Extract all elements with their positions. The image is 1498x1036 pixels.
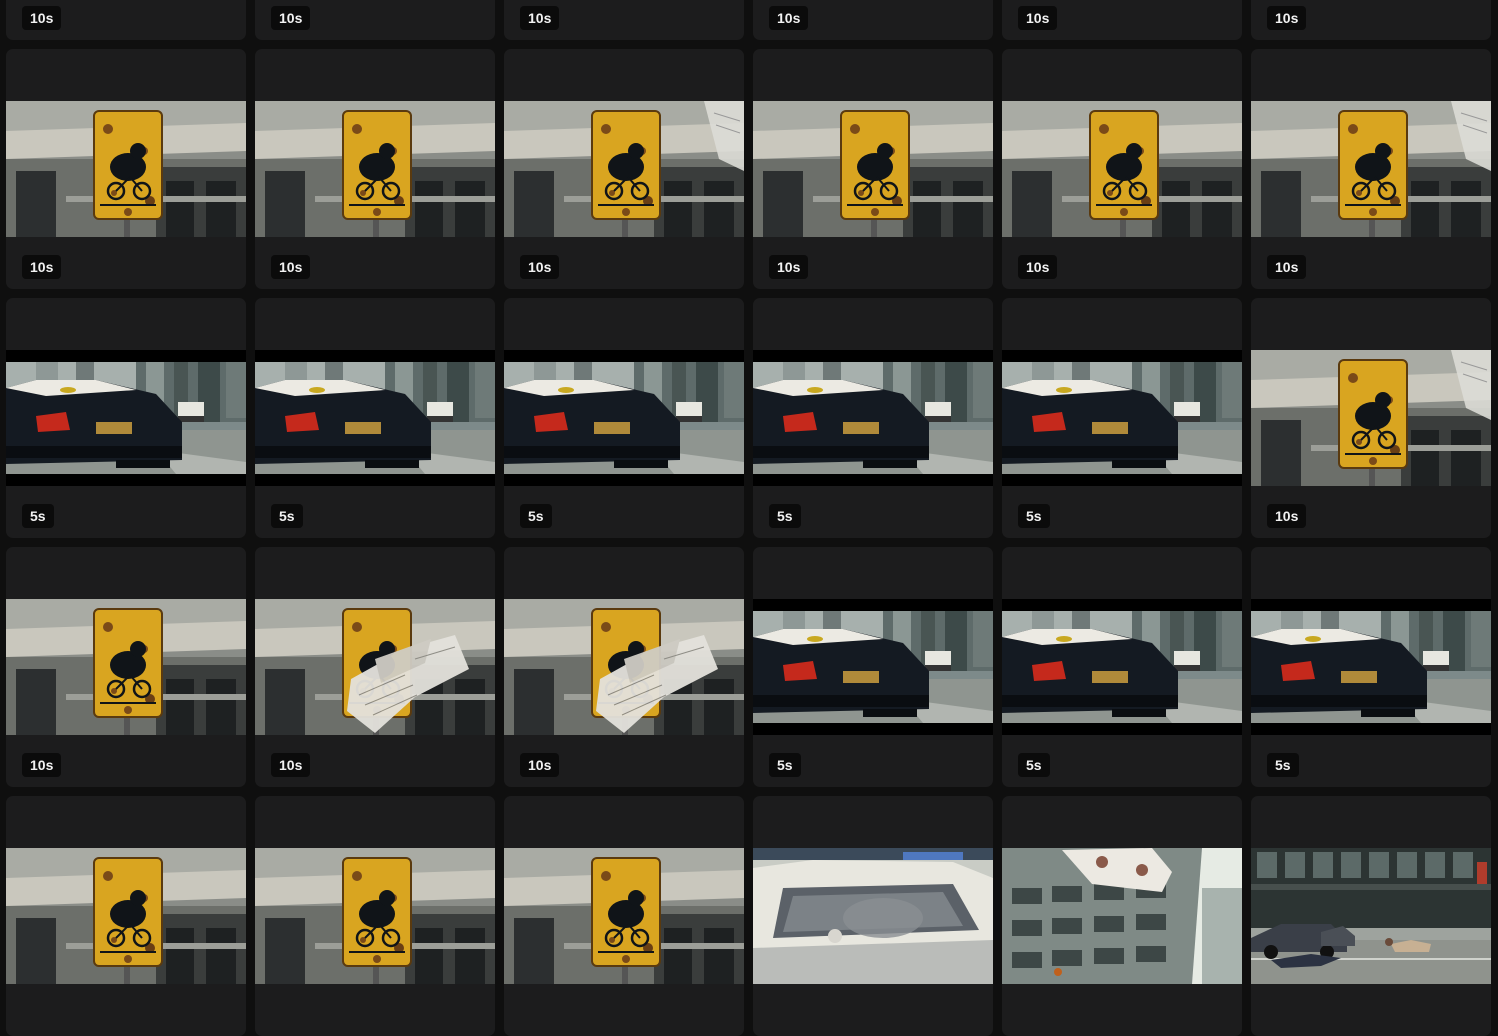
video-thumbnail <box>255 101 495 237</box>
video-card[interactable]: 10s <box>6 547 246 787</box>
video-thumbnail <box>1002 101 1242 237</box>
duration-badge: 5s <box>1267 753 1299 777</box>
video-thumbnail <box>6 848 246 984</box>
video-card[interactable]: 10s <box>753 49 993 289</box>
duration-badge: 5s <box>1018 753 1050 777</box>
duration-badge: 10s <box>271 6 311 30</box>
video-card[interactable]: 5s <box>255 298 495 538</box>
duration-badge: 5s <box>769 504 801 528</box>
video-card[interactable]: 10s <box>504 49 744 289</box>
video-thumbnail <box>1002 848 1242 984</box>
video-thumbnail <box>1251 101 1491 237</box>
video-thumbnail <box>753 848 993 984</box>
video-grid: 10s 10s 10s 10s 10s 10s 10s 10s 10s 10s … <box>0 0 1498 1036</box>
video-card[interactable]: 10s <box>255 49 495 289</box>
duration-badge: 10s <box>1018 255 1058 279</box>
video-card[interactable]: 10s <box>504 0 744 40</box>
video-thumbnail <box>255 848 495 984</box>
video-card[interactable] <box>1002 796 1242 1036</box>
video-card[interactable]: 10s <box>753 0 993 40</box>
duration-badge: 5s <box>769 753 801 777</box>
duration-badge: 5s <box>520 504 552 528</box>
video-thumbnail <box>504 599 744 735</box>
video-card[interactable]: 5s <box>753 298 993 538</box>
video-thumbnail <box>6 101 246 237</box>
video-thumbnail <box>753 599 993 735</box>
duration-badge: 10s <box>520 6 560 30</box>
video-thumbnail <box>753 350 993 486</box>
duration-badge: 10s <box>1267 255 1307 279</box>
duration-badge: 10s <box>271 255 311 279</box>
video-thumbnail <box>753 101 993 237</box>
video-thumbnail <box>1251 848 1491 984</box>
video-thumbnail <box>1002 350 1242 486</box>
video-card[interactable]: 10s <box>6 0 246 40</box>
video-thumbnail <box>6 350 246 486</box>
duration-badge: 10s <box>1018 6 1058 30</box>
video-card[interactable]: 10s <box>504 547 744 787</box>
video-thumbnail <box>1251 599 1491 735</box>
duration-badge: 10s <box>1267 504 1307 528</box>
video-card[interactable]: 10s <box>1251 49 1491 289</box>
duration-badge: 10s <box>520 255 560 279</box>
duration-badge: 10s <box>271 753 311 777</box>
video-thumbnail <box>504 848 744 984</box>
video-card[interactable] <box>753 796 993 1036</box>
video-thumbnail <box>504 101 744 237</box>
video-card[interactable]: 10s <box>1251 298 1491 538</box>
video-card[interactable]: 5s <box>6 298 246 538</box>
video-card[interactable]: 5s <box>1002 547 1242 787</box>
video-card[interactable]: 10s <box>1002 49 1242 289</box>
duration-badge: 10s <box>769 6 809 30</box>
duration-badge: 5s <box>271 504 303 528</box>
duration-badge: 10s <box>22 753 62 777</box>
video-card[interactable]: 5s <box>1002 298 1242 538</box>
duration-badge: 10s <box>520 753 560 777</box>
video-card[interactable]: 5s <box>753 547 993 787</box>
video-card[interactable] <box>1251 796 1491 1036</box>
duration-badge: 10s <box>1267 6 1307 30</box>
video-thumbnail <box>255 599 495 735</box>
duration-badge: 5s <box>1018 504 1050 528</box>
video-thumbnail <box>504 350 744 486</box>
duration-badge: 10s <box>22 255 62 279</box>
video-card[interactable]: 10s <box>1002 0 1242 40</box>
duration-badge: 10s <box>769 255 809 279</box>
video-card[interactable] <box>6 796 246 1036</box>
video-card[interactable] <box>504 796 744 1036</box>
video-thumbnail <box>6 599 246 735</box>
video-card[interactable]: 10s <box>1251 0 1491 40</box>
duration-badge: 5s <box>22 504 54 528</box>
video-card[interactable]: 10s <box>255 547 495 787</box>
video-card[interactable]: 10s <box>6 49 246 289</box>
video-thumbnail <box>1251 350 1491 486</box>
video-thumbnail <box>1002 599 1242 735</box>
video-thumbnail <box>255 350 495 486</box>
video-card[interactable]: 10s <box>255 0 495 40</box>
video-card[interactable]: 5s <box>1251 547 1491 787</box>
duration-badge: 10s <box>22 6 62 30</box>
video-card[interactable]: 5s <box>504 298 744 538</box>
video-card[interactable] <box>255 796 495 1036</box>
